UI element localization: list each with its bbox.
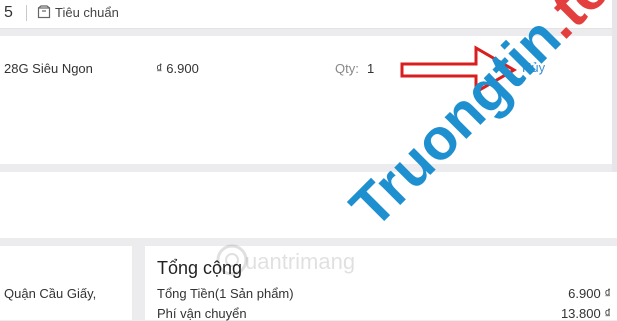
shipping-type-label: Tiêu chuẩn [55, 5, 119, 20]
panel-edge [612, 0, 617, 172]
subtotal-value: 6.900 ₫ [568, 286, 611, 301]
package-icon [37, 5, 51, 19]
quantity-value: 1 [367, 61, 375, 76]
address-panel [0, 246, 132, 320]
shipping-fee-label: Phí vận chuyển [157, 306, 247, 321]
quantity-label: Qty: [335, 61, 359, 76]
shipping-fee-value: 13.800 ₫ [560, 306, 611, 321]
subtotal-label: Tổng Tiền(1 Sản phẩm) [157, 286, 294, 301]
header-divider [26, 5, 27, 21]
empty-section [0, 172, 617, 238]
address-text: Quận Cầu Giấy, [4, 286, 97, 301]
product-price: ₫ 6.900 [156, 61, 199, 76]
watermark-logo-text: uantrimang [245, 249, 356, 274]
shop-count: 5 [4, 4, 13, 21]
product-name: 28G Siêu Ngon [4, 61, 93, 76]
